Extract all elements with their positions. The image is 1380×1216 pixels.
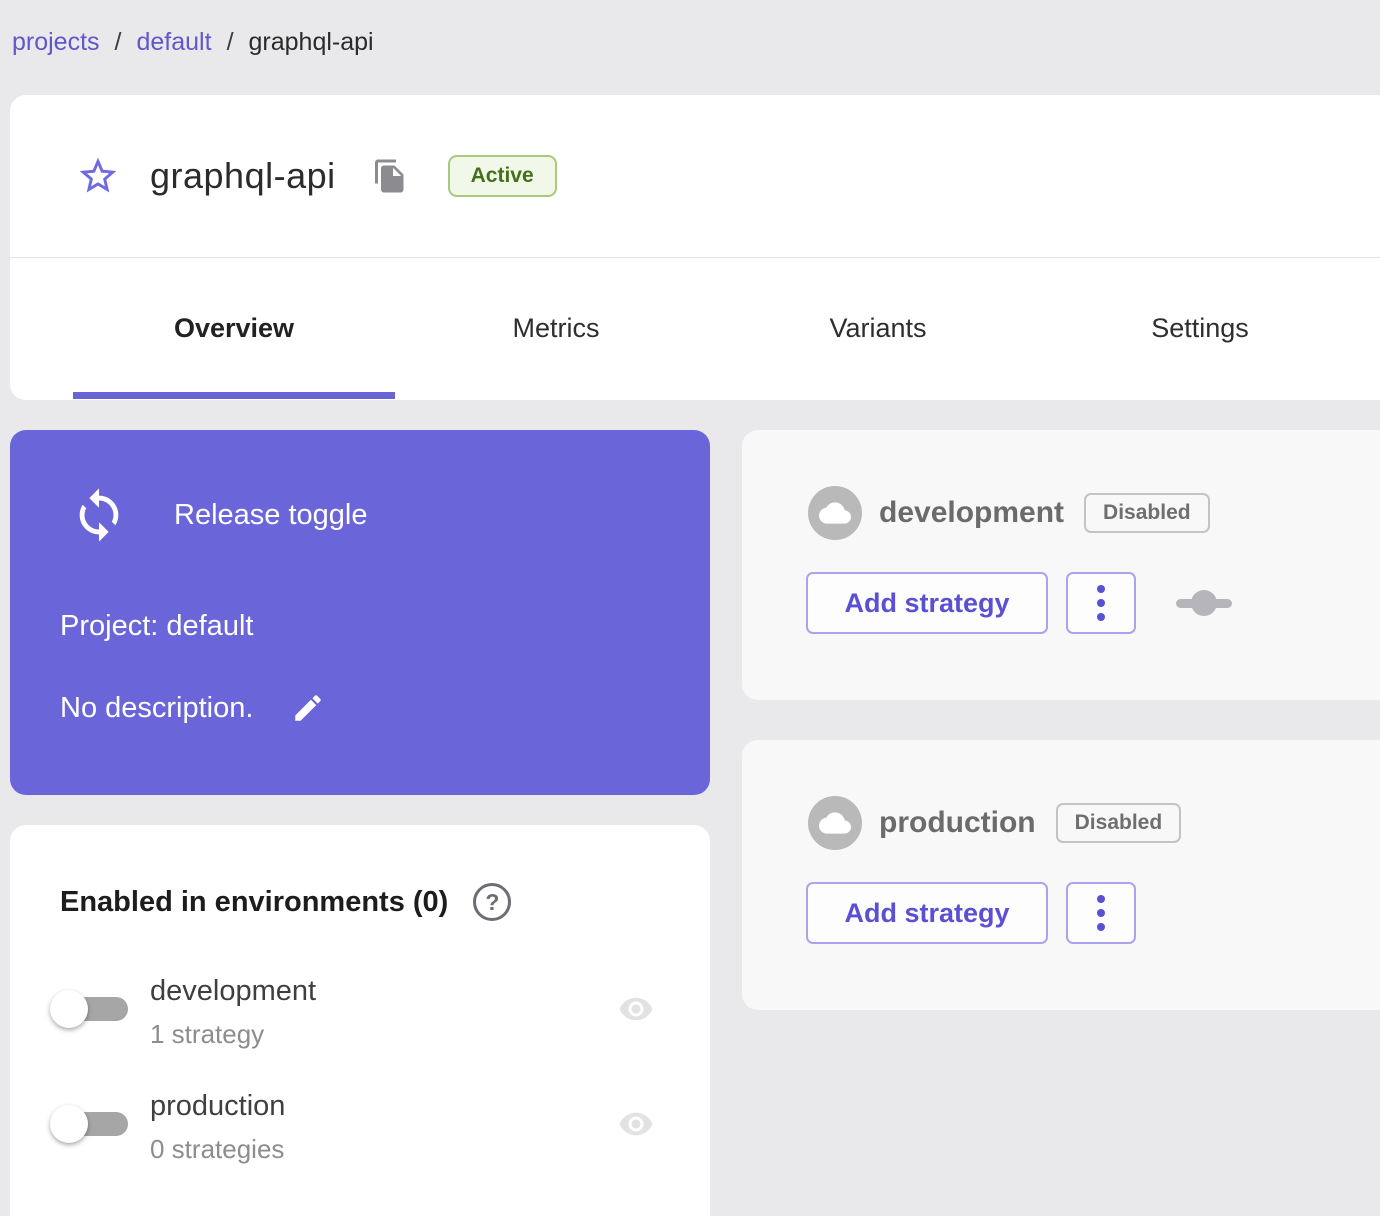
toggle-thumb bbox=[50, 1105, 88, 1143]
favorite-star-icon[interactable] bbox=[76, 154, 120, 198]
environment-name: development bbox=[879, 496, 1065, 529]
enabled-environments-card: Enabled in environments (0) ? developmen… bbox=[10, 825, 710, 1216]
environment-header: development Disabled bbox=[742, 430, 1380, 540]
tab-overview[interactable]: Overview bbox=[73, 258, 395, 399]
breadcrumb-separator: / bbox=[226, 28, 234, 56]
kebab-dot bbox=[1097, 923, 1105, 931]
environment-toggle-row-development: development 1 strategy bbox=[10, 975, 710, 1055]
environment-card-production: production Disabled Add strategy bbox=[742, 740, 1380, 1010]
environment-name: production bbox=[879, 806, 1036, 839]
environment-status-badge: Disabled bbox=[1055, 803, 1182, 843]
breadcrumb-link-default[interactable]: default bbox=[137, 28, 212, 57]
production-toggle[interactable] bbox=[50, 1100, 140, 1148]
add-strategy-button[interactable]: Add strategy bbox=[806, 882, 1048, 944]
cloud-icon bbox=[808, 796, 862, 850]
enabled-environments-title: Enabled in environments (0) bbox=[60, 885, 449, 918]
tab-variants[interactable]: Variants bbox=[717, 258, 1039, 399]
feature-header-card: graphql-api Active Overview Metrics Vari… bbox=[10, 95, 1380, 400]
environment-menu-button[interactable] bbox=[1066, 572, 1136, 634]
environment-header: production Disabled bbox=[742, 740, 1380, 850]
kebab-dot bbox=[1097, 909, 1105, 917]
project-label: Project: default bbox=[60, 610, 254, 642]
environment-menu-button[interactable] bbox=[1066, 882, 1136, 944]
help-icon[interactable]: ? bbox=[473, 883, 512, 921]
status-badge: Active bbox=[447, 155, 557, 197]
description-row: No description. bbox=[60, 691, 710, 725]
release-toggle-sync-icon bbox=[70, 486, 128, 544]
breadcrumb-link-projects[interactable]: projects bbox=[12, 28, 100, 57]
environment-toggle-row-production: production 0 strategies bbox=[10, 1090, 710, 1170]
kebab-dot bbox=[1097, 599, 1105, 607]
development-toggle[interactable] bbox=[50, 985, 140, 1033]
feature-overview-card: Release toggle Project: default No descr… bbox=[10, 430, 710, 795]
description-label: No description. bbox=[60, 691, 254, 724]
tab-bar: Overview Metrics Variants Settings bbox=[10, 258, 1380, 399]
visibility-eye-icon[interactable] bbox=[612, 1106, 660, 1142]
tab-settings[interactable]: Settings bbox=[1039, 258, 1361, 399]
environment-name: development bbox=[150, 975, 317, 1007]
breadcrumb-current: graphql-api bbox=[248, 28, 374, 56]
strategy-count: 0 strategies bbox=[150, 1134, 285, 1164]
kebab-dot bbox=[1097, 585, 1105, 593]
environment-actions: Add strategy bbox=[806, 882, 1380, 944]
cloud-icon bbox=[808, 486, 862, 540]
copy-name-icon[interactable] bbox=[372, 158, 408, 194]
edit-description-icon[interactable] bbox=[291, 691, 325, 725]
enabled-environments-header: Enabled in environments (0) ? bbox=[60, 883, 710, 921]
breadcrumb-separator: / bbox=[114, 28, 122, 56]
kebab-dot bbox=[1097, 613, 1105, 621]
toggle-type-label: Release toggle bbox=[174, 498, 368, 531]
add-strategy-button[interactable]: Add strategy bbox=[806, 572, 1048, 634]
strategy-count: 1 strategy bbox=[150, 1019, 265, 1049]
toggle-type-row: Release toggle bbox=[70, 486, 710, 544]
breadcrumb: projects / default / graphql-api bbox=[12, 28, 374, 57]
environment-status-badge: Disabled bbox=[1084, 493, 1210, 533]
feature-title: graphql-api bbox=[150, 155, 336, 196]
active-tab-indicator bbox=[73, 392, 395, 399]
visibility-eye-icon[interactable] bbox=[612, 991, 660, 1027]
environment-actions: Add strategy bbox=[806, 572, 1380, 634]
feature-title-row: graphql-api Active bbox=[10, 95, 1380, 257]
environment-name: production bbox=[150, 1090, 286, 1122]
toggle-thumb bbox=[50, 990, 88, 1028]
environment-card-development: development Disabled Add strategy bbox=[742, 430, 1380, 700]
kebab-dot bbox=[1097, 895, 1105, 903]
tab-metrics[interactable]: Metrics bbox=[395, 258, 717, 399]
environment-switch-icon[interactable] bbox=[1176, 590, 1232, 616]
